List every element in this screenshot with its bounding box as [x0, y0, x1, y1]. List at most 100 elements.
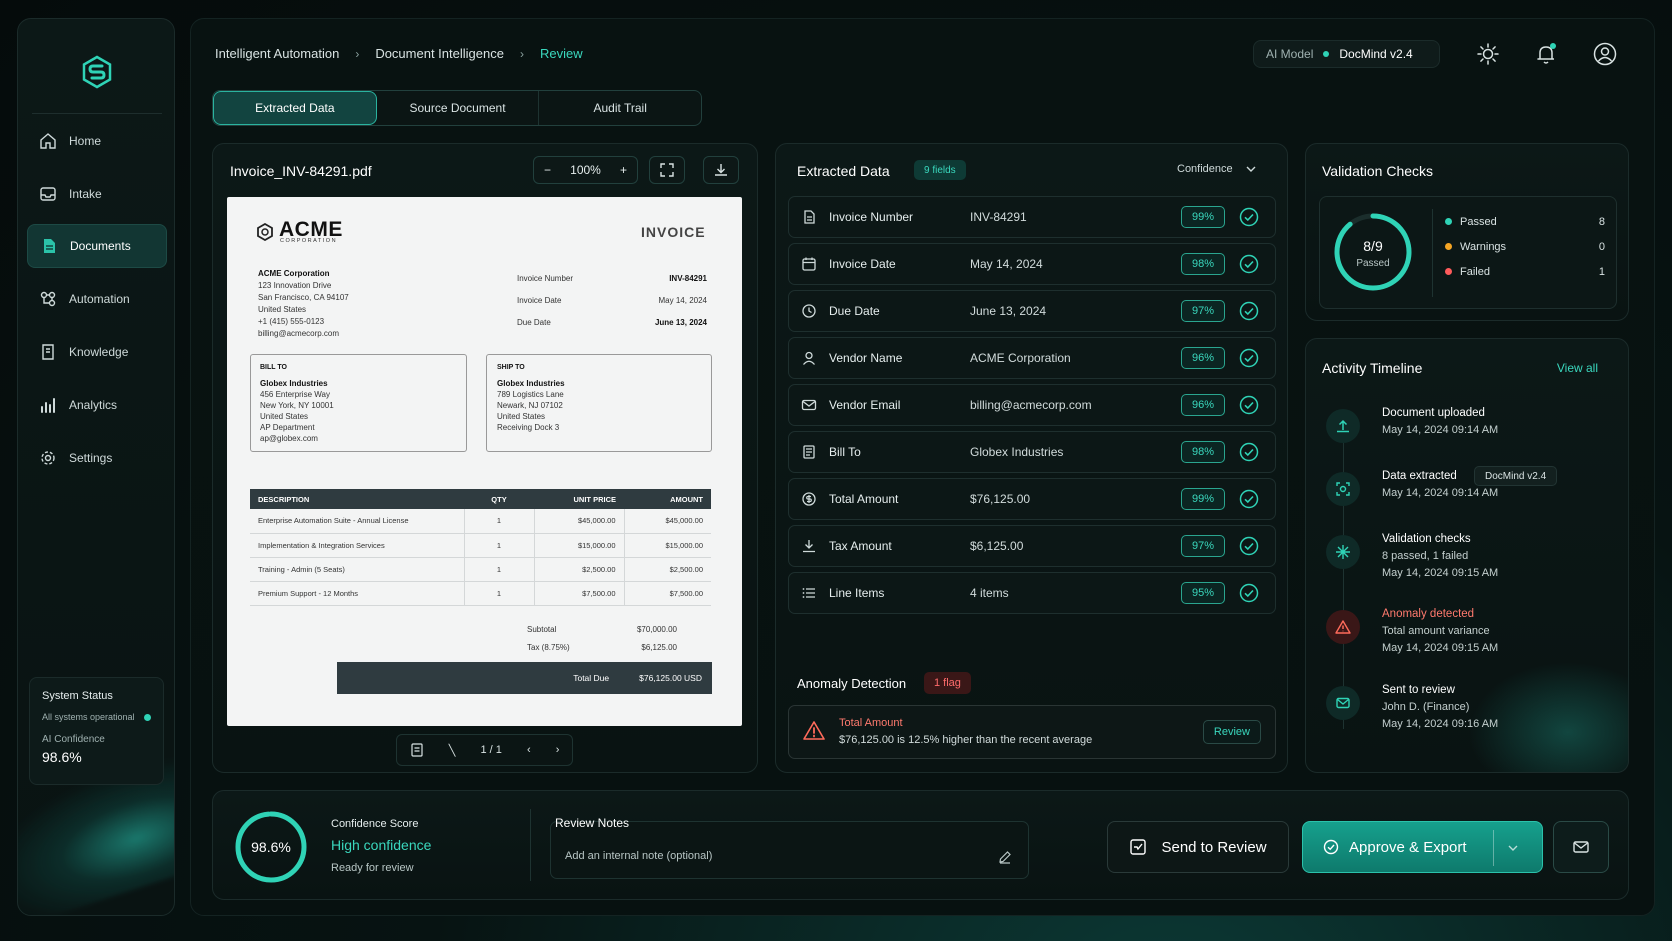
sidebar-item-label: Knowledge	[69, 345, 129, 359]
extracted-field-row[interactable]: Tax Amount $6,125.00 97%	[788, 525, 1276, 567]
anomaly-description: $76,125.00 is 12.5% higher than the rece…	[839, 734, 1093, 746]
sun-icon[interactable]	[1476, 42, 1500, 66]
extracted-field-row[interactable]: Line Items 4 items 95%	[788, 572, 1276, 614]
next-page-button[interactable]: ›	[556, 744, 560, 756]
invoice-meta: Invoice Number INV-84291 Invoice Date May …	[517, 268, 707, 334]
approve-export-button[interactable]: Approve & Export	[1302, 821, 1543, 873]
ai-model-value: DocMind v2.4	[1339, 47, 1413, 61]
ai-model-selector[interactable]: AI Model DocMind v2.4	[1253, 40, 1440, 68]
sidebar-item-automation[interactable]: Automation	[27, 277, 167, 321]
sidebar-item-label: Analytics	[69, 398, 118, 412]
timeline-title: Validation checks	[1382, 533, 1471, 545]
table-cell: $15,000.00	[534, 533, 625, 558]
sidebar-item-intake[interactable]: Intake	[27, 172, 167, 216]
confidence-score-value: 98.6%	[251, 839, 291, 855]
fullscreen-button[interactable]	[649, 156, 685, 184]
extracted-field-row[interactable]: Due Date June 13, 2024 97%	[788, 290, 1276, 332]
zoom-in-button[interactable]: +	[620, 163, 627, 177]
ai-confidence-value: 98.6%	[42, 749, 82, 765]
sidebar-item-settings[interactable]: Settings	[27, 436, 167, 480]
tax-label: Tax (8.75%)	[527, 643, 570, 652]
sort-dropdown[interactable]: Confidence	[1177, 163, 1257, 175]
user-avatar-icon[interactable]	[1593, 42, 1617, 66]
document-icon	[804, 210, 815, 224]
totals-block: Subtotal $70,000.00 Tax (8.75%) $6,125.00	[527, 621, 677, 657]
first-page-icon[interactable]: ╲	[449, 744, 456, 757]
check-circle-icon	[1239, 254, 1259, 274]
extracted-field-row[interactable]: Invoice Date May 14, 2024 98%	[788, 243, 1276, 285]
validation-ratio: 8/9	[1363, 238, 1383, 254]
table-row: Training - Admin (5 Seats) 1 $2,500.00 $2,5…	[250, 557, 711, 582]
timeline-date: May 14, 2024 09:15 AM	[1382, 567, 1499, 579]
subtotal-label: Subtotal	[527, 625, 557, 634]
bell-icon[interactable]	[1534, 42, 1558, 66]
page-thumbnail-icon[interactable]	[410, 743, 424, 757]
meta-label: Invoice Number	[517, 274, 574, 283]
inbox-icon	[40, 187, 56, 201]
field-confidence-badge: 96%	[1181, 347, 1225, 369]
chevron-down-icon[interactable]	[1507, 842, 1519, 854]
review-anomaly-button[interactable]: Review	[1202, 720, 1261, 744]
ship-to-line: Receiving Dock 3	[497, 423, 560, 432]
meta-row: Due Date June 13, 2024	[517, 312, 707, 334]
table-cell: Implementation & Integration Services	[250, 533, 465, 558]
sidebar-item-documents[interactable]: Documents	[27, 224, 167, 268]
email-export-button[interactable]	[1553, 821, 1609, 873]
total-due-bar: Total Due $76,125.00 USD	[337, 662, 712, 694]
model-status-dot-icon	[1323, 51, 1330, 57]
anomaly-flag-badge: 1 flag	[924, 672, 971, 694]
extracted-field-row[interactable]: Vendor Email billing@acmecorp.com 96%	[788, 384, 1276, 426]
extracted-field-row[interactable]: Bill To Globex Industries 98%	[788, 431, 1276, 473]
from-line: United States	[258, 305, 307, 314]
breadcrumb-item-1[interactable]: Intelligent Automation	[215, 46, 339, 61]
extracted-field-row[interactable]: Invoice Number INV-84291 99%	[788, 196, 1276, 238]
meta-label: Due Date	[517, 318, 551, 327]
view-all-link[interactable]: View all	[1557, 361, 1598, 375]
sidebar-item-label: Home	[69, 134, 102, 148]
extracted-field-row[interactable]: Total Amount $76,125.00 99%	[788, 478, 1276, 520]
failed-dot-icon	[1445, 268, 1452, 275]
zoom-out-button[interactable]: −	[544, 163, 551, 177]
field-value: $76,125.00	[970, 492, 1031, 506]
download-button[interactable]	[703, 156, 739, 184]
tab-extracted-data[interactable]: Extracted Data	[213, 91, 377, 125]
field-value: 4 items	[970, 586, 1009, 600]
bill-to-line: AP Department	[260, 423, 315, 432]
confidence-ring: 98.6%	[235, 811, 307, 883]
acme-logo-subtitle: CORPORATION	[280, 238, 338, 244]
approve-export-label: Approve & Export	[1349, 838, 1467, 856]
warning-dot-icon	[1445, 243, 1452, 250]
table-cell: Enterprise Automation Suite - Annual Lic…	[250, 509, 465, 534]
app-logo-icon[interactable]	[80, 55, 114, 89]
pencil-icon[interactable]	[998, 850, 1012, 864]
table-cell: $7,500.00	[624, 581, 711, 606]
field-label: Line Items	[829, 586, 885, 600]
extracted-field-row[interactable]: Vendor Name ACME Corporation 96%	[788, 337, 1276, 379]
breadcrumb-current: Review	[539, 46, 583, 61]
table-cell: 1	[464, 581, 535, 606]
breadcrumb-item-2[interactable]: Document Intelligence	[375, 46, 504, 61]
field-icon-wrap	[789, 256, 829, 272]
field-value: billing@acmecorp.com	[970, 398, 1092, 412]
sidebar-item-home[interactable]: Home	[27, 119, 167, 163]
from-address: ACME Corporation 123 Innovation Drive Sa…	[258, 268, 349, 340]
field-confidence-badge: 97%	[1181, 535, 1225, 557]
subtotal-value: $70,000.00	[636, 625, 677, 634]
prev-page-button[interactable]: ‹	[527, 744, 531, 756]
tab-source-document[interactable]: Source Document	[377, 91, 540, 125]
extracted-data-panel: Extracted Data 9 fields Confidence Invoi…	[775, 143, 1288, 773]
confidence-score-label: Confidence Score	[331, 818, 419, 830]
send-to-review-button[interactable]: Send to Review	[1107, 821, 1289, 873]
sidebar-item-analytics[interactable]: Analytics	[27, 383, 167, 427]
field-confidence-badge: 98%	[1181, 253, 1225, 275]
invoice-preview: ACME CORPORATION INVOICE ACME Corporatio…	[227, 197, 742, 726]
sidebar-item-knowledge[interactable]: Knowledge	[27, 330, 167, 374]
warning-icon	[1326, 610, 1360, 644]
bill-to-line: New York, NY 10001	[260, 401, 334, 410]
field-confidence-badge: 99%	[1181, 206, 1225, 228]
check-circle-icon	[1239, 442, 1259, 462]
field-confidence-badge: 95%	[1181, 582, 1225, 604]
tab-audit-trail[interactable]: Audit Trail	[539, 91, 701, 125]
field-label: Tax Amount	[829, 539, 892, 553]
clock-icon	[802, 304, 816, 318]
